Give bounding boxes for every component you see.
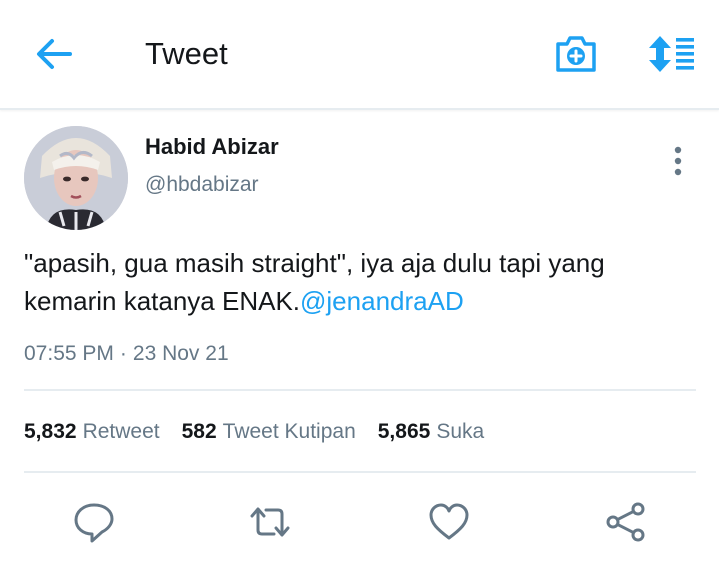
tweet-text: "apasih, gua masih straight", iya aja du…: [24, 244, 694, 320]
author-handle[interactable]: @hbdabizar: [145, 171, 259, 199]
retweet-button[interactable]: [248, 500, 292, 544]
tweet-time: 07:55 PM: [24, 342, 114, 365]
divider: [24, 471, 696, 473]
page-title: Tweet: [145, 36, 228, 71]
tweet-date: 23 Nov 21: [132, 342, 229, 365]
like-label: Suka: [436, 420, 485, 443]
avatar[interactable]: [24, 126, 128, 230]
camera-button[interactable]: [554, 34, 598, 74]
timestamp-separator: ·: [119, 342, 127, 365]
heart-icon: [429, 503, 469, 540]
tweet-timestamp: 07:55 PM · 23 Nov 21: [24, 340, 229, 368]
like-number: 5,865: [377, 420, 431, 443]
vertical-dots-icon: [674, 146, 682, 176]
quote-number: 582: [181, 420, 217, 443]
quote-count[interactable]: 582 Tweet Kutipan: [182, 418, 356, 446]
camera-plus-icon: [556, 36, 596, 72]
reply-bubble-icon: [74, 503, 114, 543]
share-icon: [606, 502, 645, 542]
author-display-name[interactable]: Habid Abizar: [145, 133, 279, 161]
avatar-photo: [24, 126, 128, 230]
back-button[interactable]: [34, 36, 74, 72]
tweet-stats: 5,832 Retweet 582 Tweet Kutipan 5,865 Suka: [24, 418, 506, 446]
reply-button[interactable]: [72, 500, 116, 544]
retweet-label: Retweet: [82, 420, 160, 443]
retweet-number: 5,832: [24, 420, 77, 443]
mention-link[interactable]: @jenandraAD: [300, 286, 464, 316]
quote-label: Tweet Kutipan: [222, 420, 356, 443]
arrow-left-icon: [37, 39, 72, 69]
retweet-icon: [250, 507, 290, 537]
share-button[interactable]: [604, 500, 648, 544]
like-button[interactable]: [427, 500, 471, 544]
more-options-button[interactable]: [664, 144, 692, 178]
retweet-count[interactable]: 5,832 Retweet: [24, 418, 160, 446]
sort-button[interactable]: [646, 34, 696, 74]
divider: [24, 389, 696, 391]
like-count[interactable]: 5,865 Suka: [378, 418, 484, 446]
app-header: Tweet: [0, 0, 719, 110]
sort-updown-list-icon: [649, 36, 694, 72]
